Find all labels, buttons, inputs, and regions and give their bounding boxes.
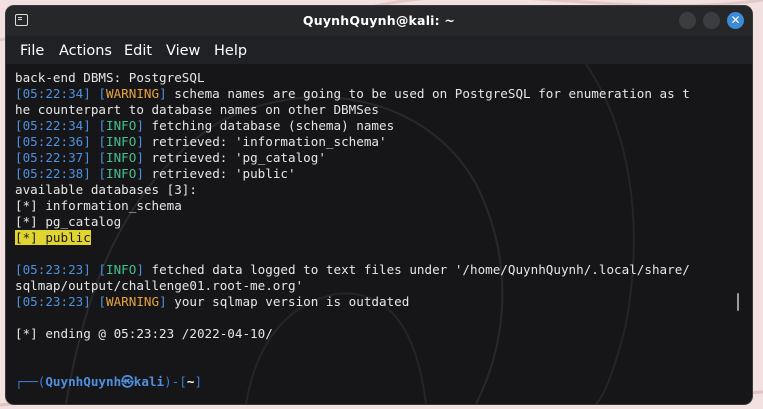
terminal-text: ] [ — [83, 262, 107, 277]
terminal-text: your sqlmap version is outdated — [166, 294, 410, 309]
terminal-text: ] — [159, 294, 167, 309]
terminal-text: ] — [194, 374, 203, 389]
terminal-text: 05:22:34 — [22, 86, 84, 101]
terminal-text: [*] ending @ 05:23:23 /2022-04-10/ — [15, 326, 273, 341]
terminal-text: INFO — [106, 118, 137, 133]
terminal-text: )-[ — [164, 374, 187, 389]
terminal-line: [*] pg_catalog — [15, 214, 738, 230]
terminal-text: 05:23:23 — [22, 294, 84, 309]
terminal-text: [ — [15, 294, 23, 309]
terminal-text: ┌──( — [15, 374, 46, 389]
terminal-line: back-end DBMS: PostgreSQL — [15, 70, 738, 86]
terminal-line: [*] information_schema — [15, 198, 738, 214]
terminal-text: WARNING — [106, 294, 160, 309]
terminal-text: retrieved: 'public' — [143, 166, 296, 181]
terminal-text: [ — [15, 150, 23, 165]
terminal-text: back-end DBMS: PostgreSQL — [15, 70, 205, 85]
terminal-line: [05:22:37] [INFO] retrieved: 'pg_catalog… — [15, 150, 738, 166]
terminal-line: [05:23:23] [INFO] fetched data logged to… — [15, 262, 738, 278]
terminal-text: [*] pg_catalog — [15, 214, 122, 229]
highlighted-text: [*] public — [15, 230, 91, 245]
terminal-text: 05:22:36 — [22, 134, 84, 149]
terminal-text: ] [ — [83, 150, 107, 165]
terminal-window: QuynhQuynh@kali: ~ ✕ File Actions Edit V… — [6, 6, 752, 404]
terminal-text: [ — [15, 134, 23, 149]
terminal-text: available databases [3]: — [15, 182, 197, 197]
scrollbar-thumb[interactable] — [737, 293, 739, 311]
terminal-text: sqlmap/output/challenge01.root-me.org' — [15, 278, 304, 293]
title-bar[interactable]: QuynhQuynh@kali: ~ ✕ — [6, 6, 752, 36]
minimize-icon[interactable] — [679, 12, 696, 29]
terminal-text: ] [ — [83, 86, 107, 101]
close-icon[interactable]: ✕ — [727, 12, 744, 29]
terminal-text: INFO — [106, 166, 137, 181]
terminal-text: retrieved: 'information_schema' — [143, 134, 387, 149]
terminal-text: [ — [15, 86, 23, 101]
terminal-text: ] [ — [83, 118, 107, 133]
menu-bar: File Actions Edit View Help — [6, 36, 752, 64]
terminal-text: 05:23:23 — [22, 262, 84, 277]
terminal-line: [05:22:34] [INFO] fetching database (sch… — [15, 118, 738, 134]
terminal-line: sqlmap/output/challenge01.root-me.org' — [15, 278, 738, 294]
menu-help[interactable]: Help — [214, 43, 247, 59]
terminal-text: ] — [136, 166, 144, 181]
menu-file[interactable]: File — [20, 43, 44, 59]
terminal-text: fetched data logged to text files under … — [143, 262, 690, 277]
terminal-line: [05:22:36] [INFO] retrieved: 'informatio… — [15, 134, 738, 150]
terminal-text: INFO — [106, 134, 137, 149]
terminal-text: he counterpart to database names on othe… — [15, 102, 379, 117]
terminal-output-area[interactable]: back-end DBMS: PostgreSQL [05:22:34] [WAR… — [6, 64, 752, 404]
terminal-text: [*] information_schema — [15, 198, 182, 213]
terminal-text: [ — [15, 262, 23, 277]
window-title: QuynhQuynh@kali: ~ — [302, 13, 456, 28]
terminal-line: [05:23:23] [WARNING] your sqlmap version… — [15, 294, 738, 310]
terminal-text: QuynhQuynh㉿kali — [45, 374, 165, 389]
terminal-text: [ — [15, 118, 23, 133]
terminal-text: fetching database (schema) names — [143, 118, 395, 133]
terminal-line: [05:22:38] [INFO] retrieved: 'public' — [15, 166, 738, 182]
terminal-text: 05:22:34 — [22, 118, 84, 133]
terminal-text: ] — [136, 118, 144, 133]
terminal-text: INFO — [106, 262, 137, 277]
menu-edit[interactable]: Edit — [124, 43, 152, 59]
terminal-text: INFO — [106, 150, 137, 165]
terminal-text: ] — [159, 86, 167, 101]
terminal-line: ┌──(QuynhQuynh㉿kali)-[~] — [15, 374, 738, 390]
terminal-line: available databases [3]: — [15, 182, 738, 198]
menu-actions[interactable]: Actions — [59, 43, 112, 59]
terminal-text: ] [ — [83, 166, 107, 181]
terminal-line: [*] ending @ 05:23:23 /2022-04-10/ — [15, 326, 738, 342]
terminal-text: ] — [136, 262, 144, 277]
terminal-line: [*] public — [15, 230, 738, 246]
terminal-text: 05:22:38 — [22, 166, 84, 181]
terminal-text: ] — [136, 150, 144, 165]
terminal-text: ] — [136, 134, 144, 149]
maximize-icon[interactable] — [703, 12, 720, 29]
terminal-line: [05:22:34] [WARNING] schema names are go… — [15, 86, 738, 102]
terminal-text: retrieved: 'pg_catalog' — [143, 150, 326, 165]
terminal-text: schema names are going to be used on Pos… — [166, 86, 690, 101]
terminal-text: 05:22:37 — [22, 150, 84, 165]
terminal-text: WARNING — [106, 86, 160, 101]
terminal-line: he counterpart to database names on othe… — [15, 102, 738, 118]
terminal-text: [ — [15, 166, 23, 181]
terminal-text: ] [ — [83, 294, 107, 309]
terminal-lines: back-end DBMS: PostgreSQL [05:22:34] [WAR… — [15, 70, 738, 390]
terminal-text: ] [ — [83, 134, 107, 149]
menu-view[interactable]: View — [166, 43, 200, 59]
